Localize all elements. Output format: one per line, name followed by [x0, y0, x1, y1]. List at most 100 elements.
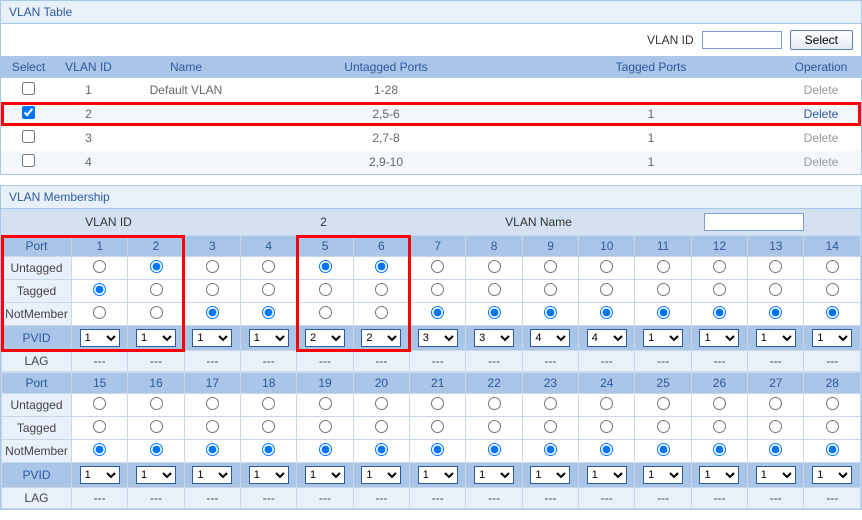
tagged-radio[interactable]	[769, 420, 782, 433]
untagged-radio[interactable]	[206, 260, 219, 273]
notmember-radio[interactable]	[262, 443, 275, 456]
notmember-radio[interactable]	[657, 306, 670, 319]
tagged-radio[interactable]	[713, 283, 726, 296]
notmember-radio[interactable]	[150, 443, 163, 456]
untagged-radio[interactable]	[826, 260, 839, 273]
untagged-radio[interactable]	[262, 260, 275, 273]
pvid-select[interactable]: 1	[249, 466, 289, 484]
row-select-checkbox[interactable]	[22, 82, 35, 95]
notmember-radio[interactable]	[769, 443, 782, 456]
tagged-radio[interactable]	[206, 283, 219, 296]
tagged-radio[interactable]	[600, 283, 613, 296]
pvid-select[interactable]: 1	[305, 466, 345, 484]
notmember-radio[interactable]	[713, 306, 726, 319]
select-button[interactable]: Select	[790, 30, 853, 50]
tagged-radio[interactable]	[93, 283, 106, 296]
row-select-checkbox[interactable]	[22, 106, 35, 119]
pvid-select[interactable]: 1	[756, 329, 796, 347]
pvid-select[interactable]: 1	[699, 466, 739, 484]
tagged-radio[interactable]	[375, 283, 388, 296]
tagged-radio[interactable]	[600, 420, 613, 433]
pvid-select[interactable]: 1	[192, 466, 232, 484]
tagged-radio[interactable]	[431, 283, 444, 296]
row-select-checkbox[interactable]	[22, 154, 35, 167]
tagged-radio[interactable]	[826, 283, 839, 296]
notmember-radio[interactable]	[431, 443, 444, 456]
notmember-radio[interactable]	[657, 443, 670, 456]
notmember-radio[interactable]	[93, 443, 106, 456]
pvid-select[interactable]: 4	[587, 329, 627, 347]
untagged-radio[interactable]	[150, 260, 163, 273]
tagged-radio[interactable]	[544, 420, 557, 433]
notmember-radio[interactable]	[600, 306, 613, 319]
notmember-radio[interactable]	[93, 306, 106, 319]
untagged-radio[interactable]	[375, 260, 388, 273]
tagged-radio[interactable]	[319, 420, 332, 433]
tagged-radio[interactable]	[206, 420, 219, 433]
untagged-radio[interactable]	[657, 260, 670, 273]
untagged-radio[interactable]	[488, 397, 501, 410]
untagged-radio[interactable]	[431, 397, 444, 410]
pvid-select[interactable]: 2	[361, 329, 401, 347]
untagged-radio[interactable]	[431, 260, 444, 273]
untagged-radio[interactable]	[600, 260, 613, 273]
untagged-radio[interactable]	[600, 397, 613, 410]
notmember-radio[interactable]	[826, 306, 839, 319]
notmember-radio[interactable]	[826, 443, 839, 456]
tagged-radio[interactable]	[769, 283, 782, 296]
notmember-radio[interactable]	[319, 443, 332, 456]
pvid-select[interactable]: 1	[643, 329, 683, 347]
vlan-id-filter-input[interactable]	[702, 31, 782, 49]
untagged-radio[interactable]	[826, 397, 839, 410]
pvid-select[interactable]: 1	[136, 329, 176, 347]
notmember-radio[interactable]	[544, 443, 557, 456]
tagged-radio[interactable]	[319, 283, 332, 296]
pvid-select[interactable]: 1	[699, 329, 739, 347]
notmember-radio[interactable]	[150, 306, 163, 319]
pvid-select[interactable]: 1	[812, 329, 852, 347]
row-select-checkbox[interactable]	[22, 130, 35, 143]
pvid-select[interactable]: 1	[80, 329, 120, 347]
notmember-radio[interactable]	[262, 306, 275, 319]
pvid-select[interactable]: 1	[474, 466, 514, 484]
pvid-select[interactable]: 4	[530, 329, 570, 347]
tagged-radio[interactable]	[826, 420, 839, 433]
notmember-radio[interactable]	[375, 443, 388, 456]
notmember-radio[interactable]	[206, 306, 219, 319]
delete-link[interactable]: Delete	[804, 107, 839, 121]
notmember-radio[interactable]	[544, 306, 557, 319]
untagged-radio[interactable]	[319, 260, 332, 273]
tagged-radio[interactable]	[488, 420, 501, 433]
pvid-select[interactable]: 1	[249, 329, 289, 347]
tagged-radio[interactable]	[544, 283, 557, 296]
untagged-radio[interactable]	[262, 397, 275, 410]
pvid-select[interactable]: 1	[587, 466, 627, 484]
untagged-radio[interactable]	[657, 397, 670, 410]
notmember-radio[interactable]	[713, 443, 726, 456]
untagged-radio[interactable]	[150, 397, 163, 410]
tagged-radio[interactable]	[150, 283, 163, 296]
notmember-radio[interactable]	[488, 306, 501, 319]
untagged-radio[interactable]	[544, 260, 557, 273]
tagged-radio[interactable]	[262, 283, 275, 296]
pvid-select[interactable]: 1	[643, 466, 683, 484]
pvid-select[interactable]: 1	[136, 466, 176, 484]
notmember-radio[interactable]	[319, 306, 332, 319]
tagged-radio[interactable]	[657, 420, 670, 433]
pvid-select[interactable]: 1	[812, 466, 852, 484]
tagged-radio[interactable]	[488, 283, 501, 296]
tagged-radio[interactable]	[375, 420, 388, 433]
untagged-radio[interactable]	[206, 397, 219, 410]
pvid-select[interactable]: 3	[418, 329, 458, 347]
tagged-radio[interactable]	[262, 420, 275, 433]
untagged-radio[interactable]	[769, 260, 782, 273]
pvid-select[interactable]: 1	[756, 466, 796, 484]
pvid-select[interactable]: 1	[530, 466, 570, 484]
untagged-radio[interactable]	[544, 397, 557, 410]
tagged-radio[interactable]	[713, 420, 726, 433]
notmember-radio[interactable]	[488, 443, 501, 456]
untagged-radio[interactable]	[93, 260, 106, 273]
tagged-radio[interactable]	[431, 420, 444, 433]
untagged-radio[interactable]	[319, 397, 332, 410]
pvid-select[interactable]: 1	[418, 466, 458, 484]
